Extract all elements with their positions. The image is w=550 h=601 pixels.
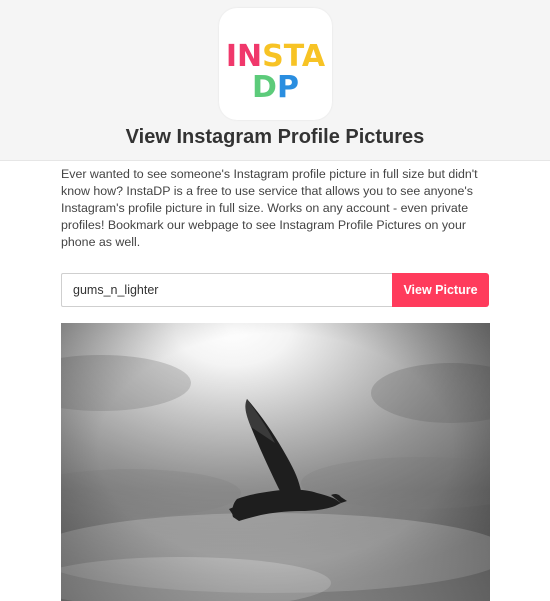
instadp-logo[interactable]: INSTA DP xyxy=(219,8,332,120)
logo-text-p: P xyxy=(276,70,299,105)
logo-line-1: INSTA xyxy=(219,42,332,72)
logo-line-2: DP xyxy=(219,73,332,103)
profile-picture xyxy=(61,323,490,601)
view-picture-button[interactable]: View Picture xyxy=(392,273,489,307)
header: INSTA DP View Instagram Profile Pictures xyxy=(0,0,550,161)
logo-text-d: D xyxy=(252,70,277,105)
search-form: View Picture xyxy=(61,273,489,307)
username-input[interactable] xyxy=(61,273,392,307)
page-title: View Instagram Profile Pictures xyxy=(125,126,425,148)
description-text: Ever wanted to see someone's Instagram p… xyxy=(61,167,478,249)
logo-text-in: IN xyxy=(225,39,263,74)
logo-text-sta: STA xyxy=(262,39,326,74)
